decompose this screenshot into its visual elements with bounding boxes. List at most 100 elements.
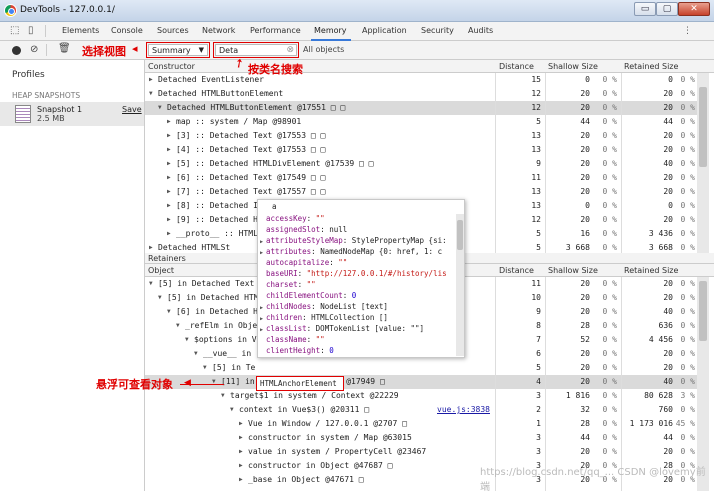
chevron-down-icon: ▼ <box>198 46 204 54</box>
column-divider <box>495 277 496 491</box>
table-row[interactable]: ▶ value in system / PropertyCell @23467 3 2… <box>145 445 697 459</box>
scrollbar-thumb[interactable] <box>699 87 707 167</box>
scrollbar-thumb[interactable] <box>457 220 463 250</box>
table-row[interactable]: ▼[11] in HTMLAnchorElement @17949 □4200 … <box>145 375 697 389</box>
table-row[interactable]: ▶ [7] :: Detached Text @17557 □ □ 13 20 0 % 2… <box>145 185 697 199</box>
table-row[interactable]: ▶ map :: system / Map @98901 5 44 0 % 44 0 % <box>145 115 697 129</box>
popover-property-row[interactable]: ▶ attributeStyleMap: StylePropertyMap {si… <box>260 236 447 245</box>
popover-scrollbar[interactable] <box>456 214 464 356</box>
shallow-percent-value: 0 % <box>602 243 617 252</box>
table-row[interactable]: ▶ Detached EventListener 15 0 0 % 0 0 % <box>145 73 697 87</box>
table-row[interactable]: ▼ target$1 in system / Context @22229 3 1 8… <box>145 389 697 403</box>
inspect-element-icon[interactable]: ⬚ <box>10 26 19 36</box>
popover-property-row[interactable]: ▶ children: HTMLCollection [] <box>260 313 388 322</box>
divider <box>46 44 47 56</box>
retained-size-value: 0 <box>668 75 673 84</box>
constructor-grid-header: Constructor Distance Shallow Size Retain… <box>145 60 714 73</box>
shallow-percent-value: 0 % <box>602 279 617 288</box>
constructor-scrollbar[interactable] <box>697 73 709 253</box>
tab-security[interactable]: Security <box>421 26 454 35</box>
clear-filter-icon[interactable]: ⊗ <box>286 45 294 55</box>
table-row[interactable]: ▼ Detached HTMLButtonElement @17551 □ □ 12… <box>145 101 697 115</box>
shallow-size-column-header[interactable]: Shallow Size <box>548 62 598 71</box>
tab-performance[interactable]: Performance <box>250 26 301 35</box>
table-row[interactable]: ▼ [5] in Te 5 20 0 % 20 0 % <box>145 361 697 375</box>
retained-size-column-header[interactable]: Retained Size <box>624 266 678 275</box>
table-row[interactable]: ▼ context in Vue$3() @20311 □ vue.js:3838 2… <box>145 403 697 417</box>
objects-filter-select[interactable]: All objects <box>303 45 344 54</box>
property-key: attributes <box>266 247 312 256</box>
more-options-icon[interactable]: ⋮ <box>683 26 692 36</box>
constructor-column-header[interactable]: Constructor <box>148 62 195 71</box>
popover-property-row[interactable]: childElementCount: 0 <box>260 291 356 300</box>
snapshot-item[interactable]: Snapshot 1 2.5 MB Save <box>0 102 144 126</box>
record-icon[interactable] <box>12 46 21 55</box>
distance-column-header[interactable]: Distance <box>499 266 534 275</box>
maximize-button[interactable]: ▢ <box>656 2 678 16</box>
clear-icon[interactable]: ⊘ <box>30 45 38 55</box>
tab-sources[interactable]: Sources <box>157 26 189 35</box>
retained-percent-value: 0 % <box>680 335 695 344</box>
popover-property-row[interactable]: assignedSlot: null <box>260 225 347 234</box>
expanded-arrow-icon: ▼ <box>149 90 153 97</box>
scrollbar-thumb[interactable] <box>699 281 707 341</box>
retained-size-column-header[interactable]: Retained Size <box>624 62 678 71</box>
shallow-percent-value: 0 % <box>602 307 617 316</box>
memory-toolbar: ⊘ 🗑 选择视图 ◂ Summary ▼ Deta ⊗ All objects <box>0 41 714 60</box>
table-row[interactable]: ▶ constructor in system / Map @63015 3 44 0 … <box>145 431 697 445</box>
retained-percent-value: 0 % <box>680 75 695 84</box>
popover-property-row[interactable]: charset: "" <box>260 280 316 289</box>
column-divider <box>545 277 546 491</box>
distance-value: 12 <box>531 215 541 224</box>
tab-memory[interactable]: Memory <box>314 26 347 35</box>
tab-application[interactable]: Application <box>362 26 407 35</box>
retained-percent-value: 0 % <box>680 321 695 330</box>
property-value: "" <box>338 258 348 267</box>
popover-property-row[interactable]: ▶ childNodes: NodeList [text] <box>260 302 388 311</box>
table-row[interactable]: ▶ [3] :: Detached Text @17553 □ □ 13 20 0 % 2… <box>145 129 697 143</box>
property-value: NamedNodeMap {0: href, 1: c <box>320 247 443 256</box>
view-select[interactable]: Summary ▼ <box>148 44 208 56</box>
popover-property-row[interactable]: clientHeight: 0 <box>260 346 334 355</box>
shallow-size-value: 16 <box>580 229 590 238</box>
close-button[interactable]: ✕ <box>678 2 710 16</box>
tab-elements[interactable]: Elements <box>62 26 99 35</box>
property-key: children <box>266 313 303 322</box>
collect-garbage-icon[interactable]: 🗑 <box>58 44 71 54</box>
class-filter-input[interactable]: Deta ⊗ <box>215 44 297 56</box>
table-row[interactable]: ▶ [5] :: Detached HTMLDivElement @17539 □… <box>145 157 697 171</box>
tab-network[interactable]: Network <box>202 26 235 35</box>
distance-column-header[interactable]: Distance <box>499 62 534 71</box>
save-link[interactable]: Save <box>122 105 142 114</box>
property-separator: : <box>297 280 307 289</box>
retained-percent-value: 45 % <box>675 419 695 428</box>
popover-property-row[interactable]: className: "" <box>260 335 325 344</box>
retained-percent-value: 0 % <box>680 243 695 252</box>
popover-property-row[interactable]: ▶ attributes: NamedNodeMap {0: href, 1: c <box>260 247 442 256</box>
tab-audits[interactable]: Audits <box>468 26 493 35</box>
shallow-size-value: 20 <box>580 363 590 372</box>
table-row[interactable]: ▶ [6] :: Detached Text @17549 □ □ 11 20 0 % 2… <box>145 171 697 185</box>
retained-size-value: 44 <box>663 433 673 442</box>
column-divider <box>545 73 546 253</box>
shallow-percent-value: 0 % <box>602 391 617 400</box>
table-row[interactable]: ▶ [4] :: Detached Text @17553 □ □ 13 20 0 % 2… <box>145 143 697 157</box>
device-toolbar-icon[interactable]: ▯ <box>28 26 34 36</box>
table-row[interactable]: ▶ Vue in Window / 127.0.0.1 @2707 □ 1 28 0 %… <box>145 417 697 431</box>
popover-property-row[interactable]: autocapitalize: "" <box>260 258 347 267</box>
popover-property-row[interactable]: ▶ classList: DOMTokenList [value: ""] <box>260 324 424 333</box>
table-row[interactable]: ▼ Detached HTMLButtonElement 12 20 0 % 20 0 % <box>145 87 697 101</box>
popover-property-row[interactable]: accessKey: "" <box>260 214 325 223</box>
object-hover-popover[interactable]: a accessKey: "" assignedSlot: null ▶ attrib… <box>257 199 465 358</box>
retained-size-value: 20 <box>663 215 673 224</box>
retained-size-value: 3 668 <box>648 243 673 252</box>
tab-console[interactable]: Console <box>111 26 143 35</box>
object-column-header[interactable]: Object <box>148 266 174 275</box>
retainers-scrollbar[interactable] <box>697 277 709 491</box>
distance-value: 13 <box>531 187 541 196</box>
shallow-size-column-header[interactable]: Shallow Size <box>548 266 598 275</box>
popover-property-row[interactable]: baseURI: "http://127.0.0.1/#/history/lis <box>260 269 447 278</box>
retained-percent-value: 0 % <box>680 103 695 112</box>
shallow-size-value: 20 <box>580 159 590 168</box>
minimize-button[interactable]: ▭ <box>634 2 656 16</box>
